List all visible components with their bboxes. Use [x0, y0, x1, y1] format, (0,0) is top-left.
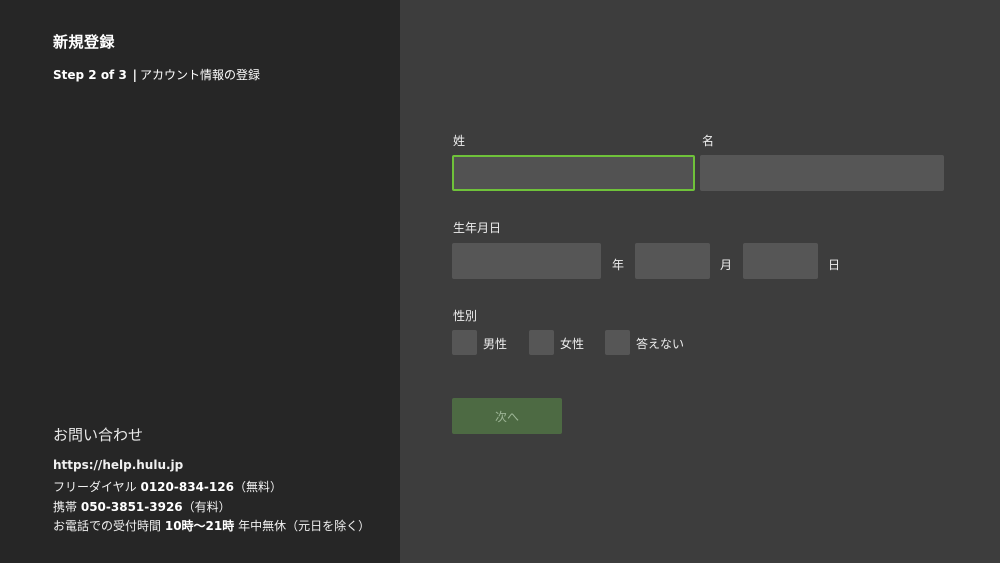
hours-line: お電話での受付時間 10時〜21時 年中無休（元日を除く） — [53, 517, 370, 534]
free-dial-number: 0120-834-126 — [140, 480, 234, 494]
free-dial-note: （無料） — [233, 480, 282, 494]
birthdate-label: 生年月日 — [453, 221, 502, 235]
last-name-label: 姓 — [453, 134, 466, 148]
form-panel — [400, 0, 1000, 563]
mobile-note: （有料） — [182, 500, 231, 514]
step-description: アカウント情報の登録 — [140, 68, 261, 82]
last-name-input[interactable] — [452, 155, 695, 191]
gender-male-label[interactable]: 男性 — [483, 335, 507, 352]
hours-label: お電話での受付時間 — [53, 519, 162, 533]
gender-male-checkbox[interactable] — [452, 330, 477, 355]
birth-year-input[interactable] — [452, 243, 601, 279]
hours-note: 年中無休（元日を除く） — [238, 519, 371, 533]
step-indicator: Step 2 of 3 | アカウント情報の登録 — [53, 66, 260, 83]
gender-no-answer-label[interactable]: 答えない — [636, 335, 684, 352]
sidebar-panel: 新規登録 Step 2 of 3 | アカウント情報の登録 お問い合わせ http… — [0, 0, 400, 563]
contact-title: お問い合わせ — [53, 426, 144, 444]
help-url[interactable]: https://help.hulu.jp — [53, 458, 183, 472]
gender-label: 性別 — [453, 309, 478, 323]
first-name-label: 名 — [702, 134, 715, 148]
hours-time: 10時〜21時 — [164, 519, 235, 533]
birth-month-input[interactable] — [635, 243, 710, 279]
gender-female-checkbox[interactable] — [529, 330, 554, 355]
mobile-line: 携帯 050-3851-3926（有料） — [53, 498, 231, 515]
day-unit: 日 — [828, 258, 841, 272]
year-unit: 年 — [612, 258, 625, 272]
free-dial-line: フリーダイヤル 0120-834-126（無料） — [53, 478, 282, 495]
free-dial-label: フリーダイヤル — [53, 480, 137, 494]
step-count: Step 2 of 3 — [53, 68, 127, 82]
mobile-number: 050-3851-3926 — [80, 500, 183, 514]
next-button[interactable]: 次へ — [452, 398, 562, 434]
gender-female-label[interactable]: 女性 — [560, 335, 584, 352]
step-separator: | — [132, 68, 138, 82]
mobile-label: 携帯 — [53, 500, 78, 514]
month-unit: 月 — [720, 258, 733, 272]
first-name-input[interactable] — [700, 155, 944, 191]
gender-no-answer-checkbox[interactable] — [605, 330, 630, 355]
birth-day-input[interactable] — [743, 243, 818, 279]
page-title: 新規登録 — [53, 33, 116, 51]
